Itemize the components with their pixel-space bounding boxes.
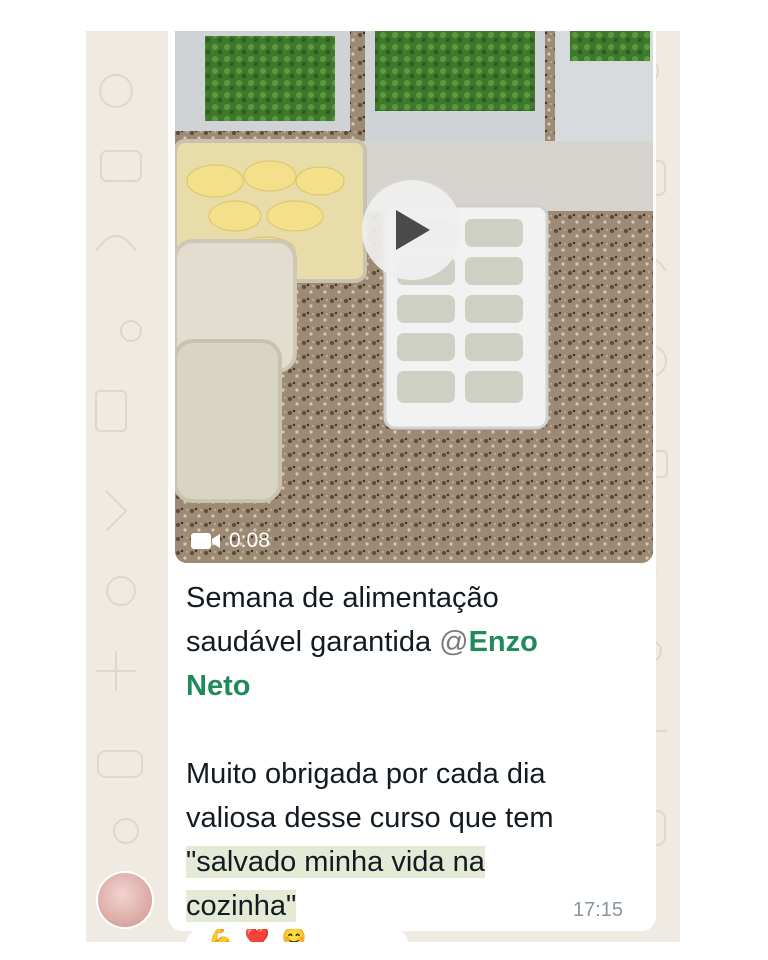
play-button[interactable] — [362, 180, 462, 280]
mention-at-sign: @ — [439, 626, 469, 658]
caption-line: Semana de alimentação — [186, 582, 499, 614]
mention-name-last[interactable]: Neto — [186, 670, 250, 702]
highlighted-text: "salvado minha vida na — [186, 846, 485, 878]
caption-line: valiosa desse curso que tem — [186, 802, 554, 834]
user-mention[interactable]: @Enzo — [439, 626, 538, 658]
avatar[interactable] — [96, 871, 154, 929]
mention-name-first: Enzo — [468, 626, 538, 658]
video-frame-image — [175, 31, 653, 563]
video-duration-text: 0:08 — [229, 529, 270, 552]
video-camera-icon — [191, 533, 220, 549]
message-timestamp: 17:15 — [573, 899, 624, 921]
reaction-emoji[interactable]: 😊 — [282, 929, 307, 942]
chat-area: 0:08 Semana de alimentação saudável gara… — [86, 31, 680, 942]
caption-line: Muito obrigada por cada dia — [186, 758, 546, 790]
message-caption: Semana de alimentação saudável garantida… — [186, 576, 636, 928]
reaction-emoji[interactable]: ❤️ — [245, 929, 270, 942]
play-icon — [396, 210, 430, 250]
caption-line: saudável garantida — [186, 626, 440, 658]
reaction-emoji[interactable]: 💪 — [208, 929, 233, 942]
video-duration: 0:08 — [191, 529, 270, 553]
reactions-bar[interactable]: 💪 ❤️ 😊 — [186, 929, 408, 942]
highlighted-text: cozinha" — [186, 890, 297, 922]
video-thumbnail[interactable]: 0:08 — [175, 31, 653, 563]
